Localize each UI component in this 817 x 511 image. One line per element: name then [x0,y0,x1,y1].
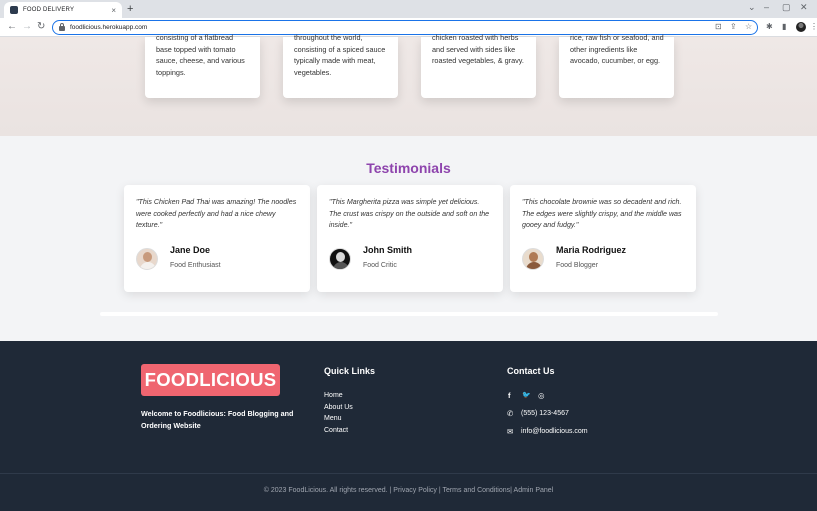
sidebar-icon[interactable]: ▮ [782,22,786,31]
author-role: Food Blogger [556,262,599,269]
phone-number: (555) 123-4567 [521,410,569,417]
contact-title: Contact Us [507,366,555,376]
browser-toolbar: ← → ↻ foodlicious.herokuapp.com ⊡ ⇪ ☆ ✱ … [0,18,817,37]
testimonial-quote: "This Chicken Pad Thai was amazing! The … [136,198,297,229]
author-name: Maria Rodriguez [556,245,627,255]
testimonial-card: "This chocolate brownie was so decadent … [510,185,696,292]
lock-icon[interactable] [59,23,65,31]
footer-logo[interactable]: FOODLICIOUS [141,364,280,396]
contact-email: ✉ info@foodlicious.com [507,427,588,436]
author-name: John Smith [363,245,412,255]
page-content: consisting of a flatbread base topped wi… [0,33,817,511]
author-name: Jane Doe [170,245,211,255]
cuisine-description: chicken roasted with herbs and served wi… [432,33,524,66]
twitter-icon[interactable]: 🐦 [522,391,531,399]
testimonial-quote: "This Margherita pizza was simple yet de… [329,198,490,229]
menu-kebab-icon[interactable]: ⋮ [810,22,817,31]
bookmark-star-icon[interactable]: ☆ [745,22,752,31]
browser-tab-bar: FOOD DELIVERY × + ⌄ – ▢ ✕ [0,0,817,18]
minimize-icon[interactable]: – [764,2,769,12]
quick-links-title: Quick Links [324,366,376,376]
contact-phone: ✆ (555) 123-4567 [507,409,569,418]
maximize-icon[interactable]: ▢ [782,2,791,13]
cuisine-description: throughout the world, consisting of a sp… [294,33,386,77]
avatar [522,248,544,270]
footer-link-about[interactable]: About Us [324,404,353,411]
profile-avatar[interactable] [796,22,806,32]
tab-search-icon[interactable]: ⌄ [748,2,756,13]
forward-icon[interactable]: → [22,21,32,33]
browser-tab[interactable]: FOOD DELIVERY × [4,2,122,18]
reload-icon[interactable]: ↻ [37,21,45,33]
tab-close-icon[interactable]: × [111,6,116,15]
facebook-icon[interactable]: f [508,391,511,400]
footer-welcome-text: Welcome to Foodlicious: Food Blogging an… [141,409,294,430]
testimonial-author: John Smith Food Critic [329,245,499,275]
testimonial-card: "This Margherita pizza was simple yet de… [317,185,503,292]
extensions-icon[interactable]: ✱ [766,22,773,31]
cuisine-section: consisting of a flatbread base topped wi… [0,33,817,136]
author-role: Food Enthusiast [170,262,221,269]
testimonial-author: Maria Rodriguez Food Blogger [522,245,692,275]
cuisine-card: throughout the world, consisting of a sp… [283,33,398,98]
share-icon[interactable]: ⇪ [730,22,737,31]
phone-icon: ✆ [507,409,514,418]
site-footer: FOODLICIOUS Welcome to Foodlicious: Food… [0,341,817,511]
avatar [329,248,351,270]
section-divider [100,312,718,316]
footer-link-contact[interactable]: Contact [324,427,348,434]
author-role: Food Critic [363,262,397,269]
translate-icon[interactable]: ⊡ [715,22,722,31]
tab-title: FOOD DELIVERY [23,7,75,13]
copyright-text: © 2023 FoodLicious. All rights reserved.… [263,487,554,494]
cuisine-description: rice, raw fish or seafood, and other ing… [570,33,664,66]
testimonials-title: Testimonials [366,160,451,176]
footer-link-home[interactable]: Home [324,392,343,399]
testimonials-section: Testimonials "This Chicken Pad Thai was … [0,136,817,341]
new-tab-button[interactable]: + [127,2,133,16]
cuisine-card: chicken roasted with herbs and served wi… [421,33,536,98]
footer-link-menu[interactable]: Menu [324,415,342,422]
cuisine-card: rice, raw fish or seafood, and other ing… [559,33,674,98]
instagram-icon[interactable]: ◎ [538,391,545,400]
testimonial-quote: "This chocolate brownie was so decadent … [522,198,682,229]
testimonial-author: Jane Doe Food Enthusiast [136,245,306,275]
footer-divider [0,473,817,474]
site-favicon-icon [10,6,18,14]
email-address[interactable]: info@foodlicious.com [521,428,588,435]
close-window-icon[interactable]: ✕ [800,2,808,13]
cuisine-card: consisting of a flatbread base topped wi… [145,33,260,98]
back-icon[interactable]: ← [7,21,17,33]
envelope-icon: ✉ [507,427,514,436]
testimonial-card: "This Chicken Pad Thai was amazing! The … [124,185,310,292]
url-text[interactable]: foodlicious.herokuapp.com [70,24,147,31]
avatar [136,248,158,270]
cuisine-description: consisting of a flatbread base topped wi… [156,33,245,77]
